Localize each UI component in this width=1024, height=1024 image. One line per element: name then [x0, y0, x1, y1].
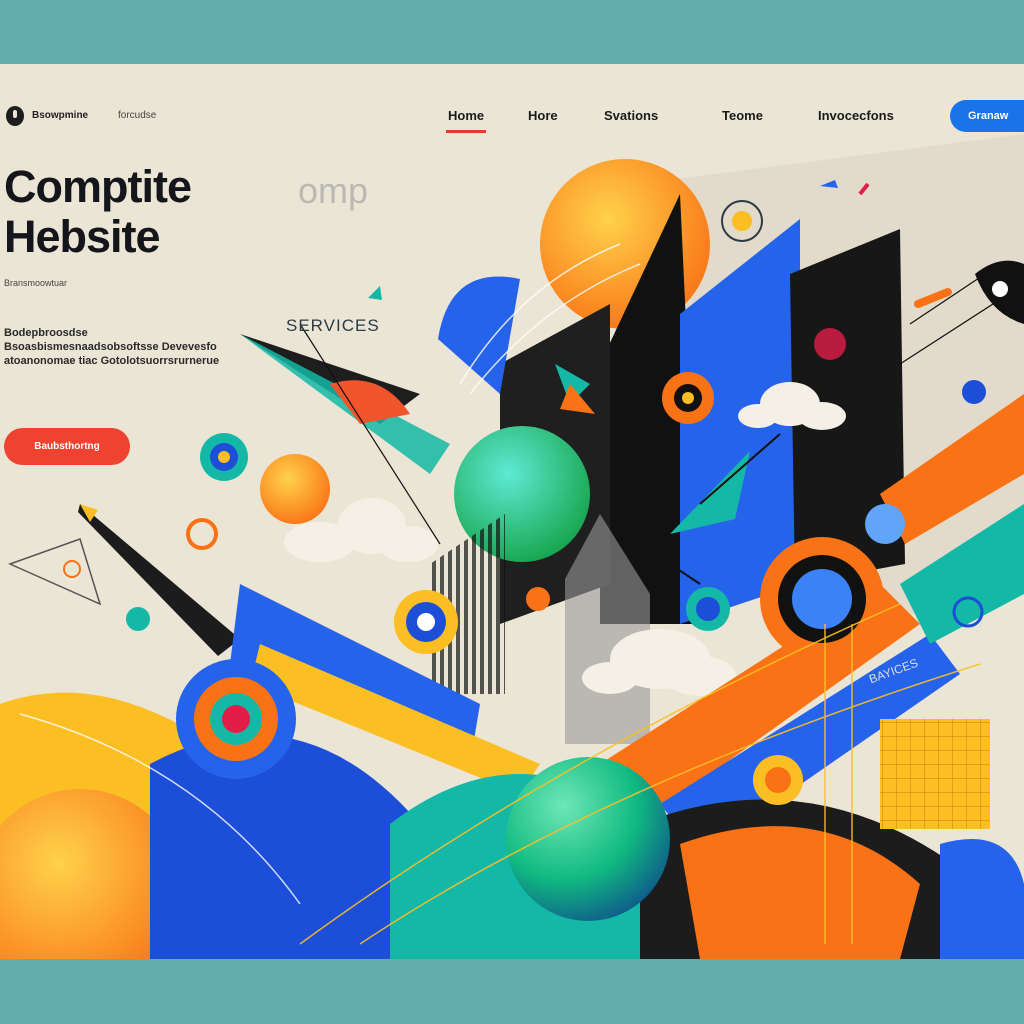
hero-title-line-1: Comptite [4, 161, 192, 212]
services-label: SERVICES [286, 316, 380, 335]
nav-svations[interactable]: Svations [604, 108, 658, 123]
brand-name[interactable]: Bsowpmine [32, 110, 88, 121]
brand-tagline: forcudse [118, 110, 157, 121]
nav-teome[interactable]: Teome [722, 108, 763, 123]
logo-icon[interactable] [6, 106, 24, 126]
nav-hore[interactable]: Hore [528, 108, 558, 123]
hero-tagline: Bransmoowtuar [4, 278, 68, 288]
hero-paragraph: Bodepbroosdse Bsoasbismesnaadsobsoftsse … [4, 327, 220, 367]
nav-invocecfons[interactable]: Invocecfons [818, 108, 894, 123]
nav-home[interactable]: Home [445, 108, 487, 133]
hero-ghost-text: omp [298, 170, 369, 211]
hero-title: Comptite Hebsite [4, 161, 192, 262]
website-mockup: Bsowpmine forcudse Home Hore Svations Te… [0, 64, 1024, 959]
hero-cta-button[interactable]: Baubsthortng [4, 428, 130, 465]
header-cta-button[interactable]: Granaw [950, 100, 1024, 132]
hero-title-line-2: Hebsite [4, 211, 161, 262]
